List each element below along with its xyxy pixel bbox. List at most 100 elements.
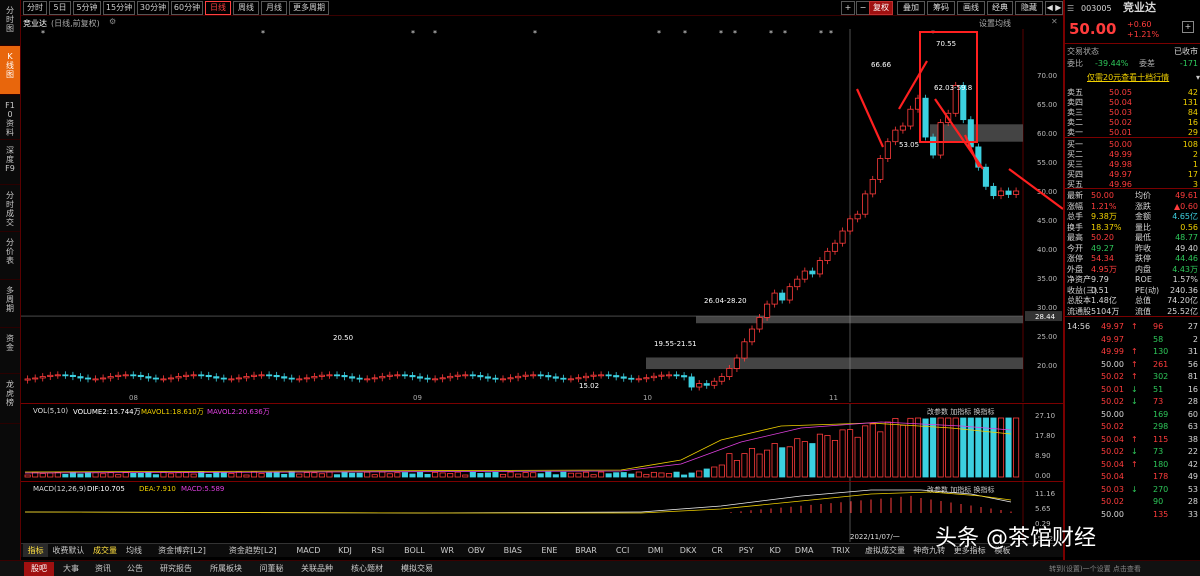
vol-bar bbox=[258, 473, 265, 478]
left-tab-8[interactable]: 龙虎榜 bbox=[0, 374, 20, 424]
indicator-tab-21[interactable]: DMA bbox=[788, 544, 821, 557]
indicator-tab-13[interactable]: ENE bbox=[533, 544, 566, 557]
menu-icon[interactable]: ☰ bbox=[1067, 3, 1074, 15]
indicator-tab-6[interactable]: MACD bbox=[288, 544, 328, 557]
candle-body bbox=[296, 378, 303, 381]
period-1[interactable]: 5日 bbox=[49, 1, 71, 15]
vol-bar bbox=[590, 474, 597, 478]
vol-bar bbox=[266, 472, 273, 478]
left-tab-7[interactable]: 资金 bbox=[0, 328, 20, 374]
indicator-tab-10[interactable]: WR bbox=[435, 544, 460, 557]
k-axis-label: 40.00 bbox=[1037, 246, 1057, 254]
toolbar-overlay-button[interactable]: 叠加 bbox=[897, 1, 925, 15]
period-6[interactable]: 日线 bbox=[205, 1, 231, 15]
candle-body bbox=[696, 383, 703, 388]
indicator-tab-16[interactable]: DMI bbox=[639, 544, 672, 557]
status-item-6[interactable]: 问董秘 bbox=[252, 562, 291, 576]
promo-link[interactable]: 仅需20元查看十档行情 bbox=[1087, 72, 1169, 84]
stock-code: 003005 bbox=[1081, 4, 1112, 13]
candle-body bbox=[801, 270, 808, 280]
indicator-tab-19[interactable]: PSY bbox=[730, 544, 763, 557]
ma-settings-button[interactable]: 设置均线 bbox=[979, 18, 1011, 29]
toolbar-plus-button[interactable]: + bbox=[841, 1, 855, 15]
chevron-down-icon[interactable]: ▾ bbox=[1196, 72, 1200, 84]
event-marker: * bbox=[411, 29, 415, 38]
status-item-0[interactable]: 股吧 bbox=[24, 562, 54, 576]
status-right-text[interactable]: 转到(设置)一个设置 点击查看 bbox=[1035, 562, 1155, 576]
candle-body bbox=[711, 380, 718, 386]
gear-icon[interactable]: ⚙ bbox=[109, 17, 116, 26]
indicator-tab-23[interactable]: 虚拟成交量 bbox=[861, 544, 909, 557]
kline-chart[interactable]: 70.0065.0060.0055.0050.0045.0040.0035.00… bbox=[21, 29, 1063, 402]
vol-axis-label: 27.10 bbox=[1035, 412, 1055, 420]
indicator-tab-3[interactable]: 均线 bbox=[121, 544, 146, 557]
annotation-gap_low: 19.55-21.51 bbox=[654, 340, 697, 348]
indicator-tab-11[interactable]: OBV bbox=[460, 544, 493, 557]
indicator-tab-17[interactable]: DKX bbox=[672, 544, 705, 557]
left-tab-5[interactable]: 分价表 bbox=[0, 232, 20, 280]
status-item-9[interactable]: 模拟交易 bbox=[393, 562, 441, 576]
indicator-tab-2[interactable]: 成交量 bbox=[89, 544, 122, 557]
left-tab-1[interactable]: K线图 bbox=[0, 46, 20, 95]
candle-body bbox=[115, 374, 122, 377]
indicator-tab-7[interactable]: KDJ bbox=[329, 544, 362, 557]
period-5[interactable]: 60分钟 bbox=[171, 1, 203, 15]
indicator-tab-14[interactable]: BRAR bbox=[566, 544, 606, 557]
period-2[interactable]: 5分钟 bbox=[73, 1, 101, 15]
vol-bar bbox=[175, 472, 182, 478]
left-tab-2[interactable]: F10资料 bbox=[0, 95, 20, 140]
indicator-tab-12[interactable]: BIAS bbox=[493, 544, 533, 557]
candle-body bbox=[816, 260, 823, 275]
event-marker: * bbox=[733, 29, 737, 38]
left-tab-6[interactable]: 多周期 bbox=[0, 280, 20, 328]
toolbar-chips-button[interactable]: 筹码 bbox=[927, 1, 955, 15]
left-tab-4[interactable]: 分时成交 bbox=[0, 185, 20, 232]
candle-body bbox=[847, 218, 854, 232]
indicator-tab-9[interactable]: BOLL bbox=[394, 544, 434, 557]
candle-body bbox=[1013, 190, 1020, 195]
status-item-5[interactable]: 所属板块 bbox=[202, 562, 250, 576]
indicator-tab-22[interactable]: TRIX bbox=[821, 544, 861, 557]
toolbar-hide-button[interactable]: 隐藏 bbox=[1015, 1, 1043, 15]
status-item-8[interactable]: 核心题材 bbox=[343, 562, 391, 576]
indicator-tab-0[interactable]: 指标 bbox=[23, 544, 49, 557]
vol-bar bbox=[39, 473, 46, 478]
status-item-7[interactable]: 关联品种 bbox=[293, 562, 341, 576]
toolbar-classic-button[interactable]: 经典 bbox=[987, 1, 1013, 15]
indicator-tab-8[interactable]: RSI bbox=[361, 544, 394, 557]
indicator-tab-5[interactable]: 资金趋势[L2] bbox=[217, 544, 288, 557]
period-4[interactable]: 30分钟 bbox=[137, 1, 169, 15]
indicator-tab-20[interactable]: KD bbox=[763, 544, 788, 557]
toolbar-minus-button[interactable]: − bbox=[856, 1, 870, 15]
candle-body bbox=[499, 378, 507, 381]
period-9[interactable]: 更多周期 bbox=[289, 1, 329, 15]
toolbar-draw-button[interactable]: 画线 bbox=[957, 1, 985, 15]
left-tab-0[interactable]: 分时图 bbox=[0, 0, 20, 46]
vol-bar bbox=[190, 473, 197, 478]
status-item-3[interactable]: 公告 bbox=[120, 562, 150, 576]
add-watchlist-button[interactable]: + bbox=[1182, 21, 1194, 33]
candle-body bbox=[477, 375, 484, 378]
candle-body bbox=[198, 374, 205, 377]
indicator-tab-4[interactable]: 资金博弈[L2] bbox=[147, 544, 218, 557]
vol-bar bbox=[952, 417, 959, 478]
indicator-tab-18[interactable]: CR bbox=[705, 544, 730, 557]
status-item-1[interactable]: 大事 bbox=[56, 562, 86, 576]
indicator-tab-1[interactable]: 收费默认 bbox=[48, 544, 88, 557]
period-7[interactable]: 周线 bbox=[233, 1, 259, 15]
candle-body bbox=[130, 374, 137, 377]
toolbar-adjust-button[interactable]: 复权 bbox=[869, 1, 893, 15]
vol-bar bbox=[288, 471, 295, 478]
period-0[interactable]: 分时 bbox=[23, 1, 47, 15]
close-icon[interactable]: ✕ bbox=[1051, 17, 1058, 26]
period-8[interactable]: 月线 bbox=[261, 1, 287, 15]
status-item-2[interactable]: 资讯 bbox=[88, 562, 118, 576]
left-tab-3[interactable]: 深度F9 bbox=[0, 140, 20, 185]
wb-label: 委比 bbox=[1067, 59, 1083, 68]
indicator-tab-15[interactable]: CCI bbox=[606, 544, 639, 557]
window-controls[interactable]: ◀ ▶ bbox=[1045, 1, 1063, 15]
period-3[interactable]: 15分钟 bbox=[103, 1, 135, 15]
status-item-4[interactable]: 研究报告 bbox=[152, 562, 200, 576]
tick-row: 14:56 49.97 ↑ 96 27 bbox=[1067, 321, 1200, 333]
vol-bar bbox=[884, 421, 891, 478]
